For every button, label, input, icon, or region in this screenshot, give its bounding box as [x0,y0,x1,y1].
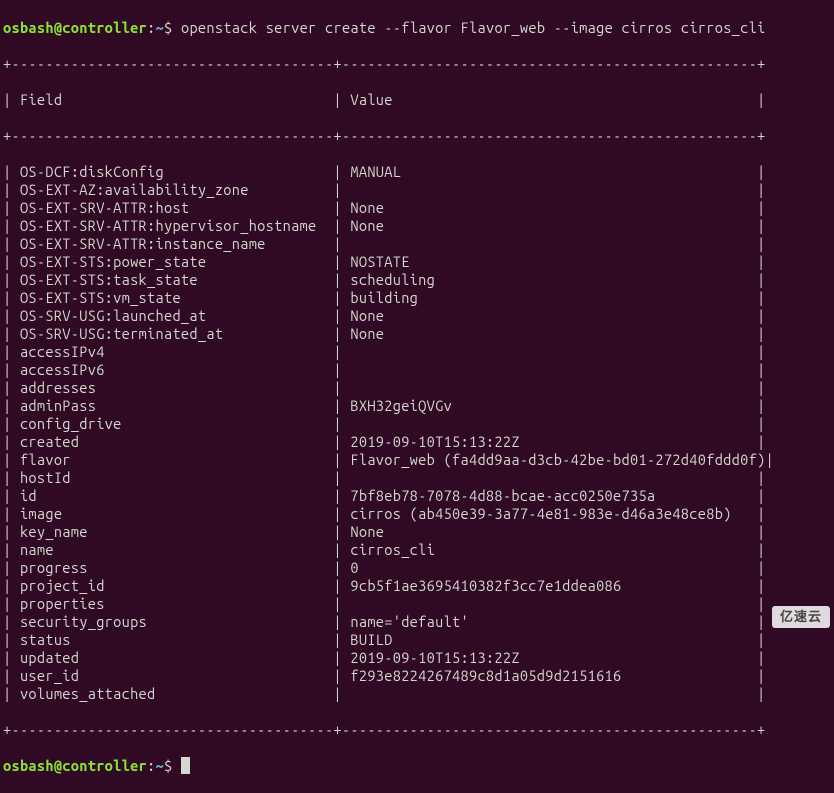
user-host: osbash@controller [3,19,147,36]
table-row: | properties | | [3,595,834,613]
table-row: | OS-EXT-SRV-ATTR:hypervisor_hostname | … [3,217,834,235]
table-row: | image | cirros (ab450e39-3a77-4e81-983… [3,505,834,523]
table-header-row: | Field | Value | [3,91,834,109]
terminal-output[interactable]: osbash@controller:~$ openstack server cr… [0,0,834,793]
table-row: | OS-EXT-STS:task_state | scheduling | [3,271,834,289]
user-host: osbash@controller [3,757,147,774]
table-border-sep: +--------------------------------------+… [3,127,834,145]
table-row: | volumes_attached | | [3,685,834,703]
table-row: | name | cirros_cli | [3,541,834,559]
table-row: | OS-EXT-SRV-ATTR:host | None | [3,199,834,217]
table-row: | OS-EXT-SRV-ATTR:instance_name | | [3,235,834,253]
table-row: | user_id | f293e8224267489c8d1a05d9d215… [3,667,834,685]
table-row: | hostId | | [3,469,834,487]
table-row: | OS-SRV-USG:terminated_at | None | [3,325,834,343]
table-row: | accessIPv4 | | [3,343,834,361]
cursor [181,757,190,774]
table-row: | updated | 2019-09-10T15:13:22Z | [3,649,834,667]
table-row: | accessIPv6 | | [3,361,834,379]
table-row: | OS-DCF:diskConfig | MANUAL | [3,163,834,181]
path-tilde: ~ [156,757,164,774]
table-row: | created | 2019-09-10T15:13:22Z | [3,433,834,451]
table-border-top: +--------------------------------------+… [3,55,834,73]
prompt-line: osbash@controller:~$ openstack server cr… [3,19,834,37]
prompt-line-2[interactable]: osbash@controller:~$ [3,757,834,775]
table-row: | key_name | None | [3,523,834,541]
watermark: 亿速云 [772,606,830,628]
table-row: | adminPass | BXH32geiQVGv | [3,397,834,415]
table-row: | OS-EXT-STS:vm_state | building | [3,289,834,307]
command-text: openstack server create --flavor Flavor_… [181,19,766,36]
table-row: | project_id | 9cb5f1ae3695410382f3cc7e1… [3,577,834,595]
table-row: | progress | 0 | [3,559,834,577]
path-tilde: ~ [156,19,164,36]
table-row: | config_drive | | [3,415,834,433]
table-row: | OS-EXT-AZ:availability_zone | | [3,181,834,199]
table-border-bottom: +--------------------------------------+… [3,721,834,739]
table-row: | addresses | | [3,379,834,397]
table-row: | OS-EXT-STS:power_state | NOSTATE | [3,253,834,271]
table-row: | id | 7bf8eb78-7078-4d88-bcae-acc0250e7… [3,487,834,505]
table-row: | flavor | Flavor_web (fa4dd9aa-d3cb-42b… [3,451,834,469]
table-row: | OS-SRV-USG:launched_at | None | [3,307,834,325]
table-row: | security_groups | name='default' | [3,613,834,631]
